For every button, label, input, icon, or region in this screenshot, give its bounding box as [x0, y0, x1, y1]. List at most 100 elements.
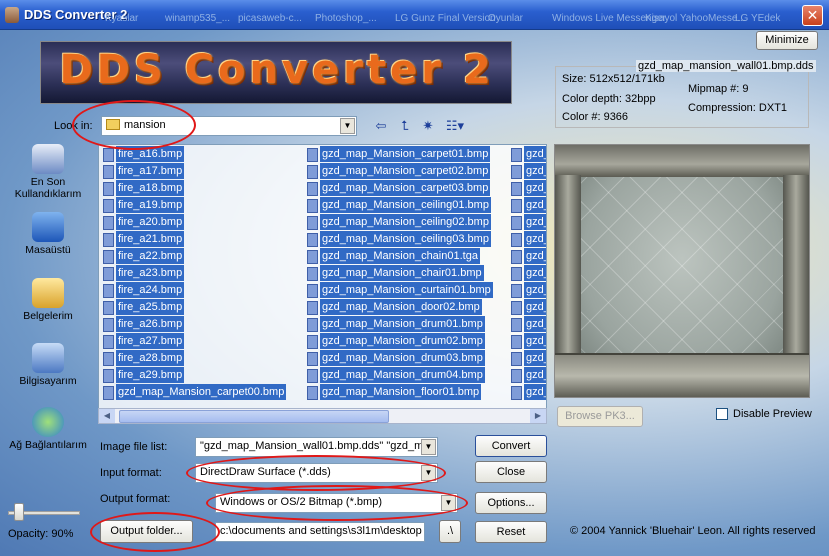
file-name: fire_a24.bmp — [116, 282, 185, 298]
opacity-slider-thumb[interactable] — [14, 503, 25, 521]
file-name: fire_a22.bmp — [116, 248, 185, 264]
chevron-down-icon[interactable]: ▼ — [421, 439, 436, 455]
file-name: gzd_map_Mansion_curtain01.bmp — [320, 282, 493, 298]
file-name: gzd_map_Mansion_door02.bmp — [320, 299, 482, 315]
scrollbar-thumb[interactable] — [119, 410, 389, 423]
file-item[interactable]: fire_a23.bmp — [101, 265, 185, 282]
convert-button[interactable]: Convert — [475, 435, 547, 457]
file-item[interactable]: gzd_map_Mansion_chair01.bmp — [305, 265, 484, 282]
place-label: Masaüstü — [25, 244, 71, 256]
file-item[interactable]: fire_a26.bmp — [101, 316, 185, 333]
file-list[interactable]: fire_a16.bmp fire_a17.bmp fire_a18.bmp fire… — [98, 144, 547, 424]
new-folder-icon[interactable]: ✷ — [419, 118, 437, 134]
file-item[interactable]: gzd_map_Mansion_carpet03.bmp — [305, 180, 491, 197]
banner-logo: DDS Converter 2 — [40, 41, 512, 104]
up-folder-icon[interactable]: ⮤ — [396, 118, 414, 134]
file-item[interactable]: gzd_map_Mansion_carpet02.bmp — [305, 163, 491, 180]
place-network[interactable]: Ağ Bağlantılarım — [8, 407, 88, 451]
texture-preview — [554, 144, 810, 398]
browse-pk3-button[interactable]: Browse PK3... — [557, 406, 643, 427]
place-computer[interactable]: Bilgisayarım — [8, 343, 88, 387]
file-name: gzd_ — [524, 214, 546, 230]
desktop-label: LG YEdek — [735, 13, 781, 24]
file-item[interactable]: gzd_map_Mansion_carpet00.bmp — [101, 384, 287, 401]
file-item[interactable]: fire_a21.bmp — [101, 231, 185, 248]
file-name: gzd_map_Mansion_carpet03.bmp — [320, 180, 491, 196]
horizontal-scrollbar[interactable]: ◀ ▶ — [98, 408, 547, 424]
place-recent[interactable]: En Son Kullandıklarım — [8, 144, 88, 200]
file-item[interactable]: gzd_ — [509, 146, 546, 163]
file-item[interactable]: fire_a22.bmp — [101, 248, 185, 265]
file-item[interactable]: gzd_ — [509, 333, 546, 350]
file-item[interactable]: gzd_ — [509, 180, 546, 197]
file-item[interactable]: fire_a28.bmp — [101, 350, 185, 367]
file-item[interactable]: gzd_map_Mansion_carpet01.bmp — [305, 146, 491, 163]
file-item[interactable]: gzd_ — [509, 214, 546, 231]
place-desktop[interactable]: Masaüstü — [8, 212, 88, 256]
file-item[interactable]: gzd_ — [509, 248, 546, 265]
back-arrow-icon[interactable]: ⇦ — [372, 118, 390, 134]
desktop-label: winamp535_... — [165, 13, 231, 24]
file-item[interactable]: gzd_map_Mansion_ceiling03.bmp — [305, 231, 491, 248]
file-item[interactable]: fire_a29.bmp — [101, 367, 185, 384]
file-item[interactable]: gzd_map_Mansion_curtain01.bmp — [305, 282, 493, 299]
file-icon — [103, 198, 114, 213]
file-item[interactable]: fire_a18.bmp — [101, 180, 185, 197]
file-name: gzd_ — [524, 163, 546, 179]
view-menu-icon[interactable]: ☷▾ — [443, 118, 467, 134]
file-item[interactable]: fire_a25.bmp — [101, 299, 185, 316]
image-file-list-dropdown[interactable]: "gzd_map_Mansion_wall01.bmp.dds" "gzd_ma… — [195, 437, 438, 457]
disable-preview-checkbox[interactable] — [716, 408, 728, 420]
my-computer-icon — [32, 343, 64, 373]
file-item[interactable]: gzd_map_Mansion_drum04.bmp — [305, 367, 485, 384]
file-name: gzd_map_Mansion_drum03.bmp — [320, 350, 485, 366]
scroll-right-icon[interactable]: ▶ — [530, 409, 546, 423]
output-folder-field[interactable]: c:\documents and settings\s3l1m\desktop — [215, 522, 425, 542]
file-item[interactable]: gzd_map_Mansion_drum03.bmp — [305, 350, 485, 367]
output-folder-browse-button[interactable]: .\ — [439, 520, 461, 543]
file-item[interactable]: gzd_ — [509, 282, 546, 299]
file-item[interactable]: gzd_ — [509, 384, 546, 401]
desktop-label: Oyunlar — [488, 13, 524, 24]
file-item[interactable]: gzd_map_Mansion_floor01.bmp — [305, 384, 482, 401]
network-icon — [32, 407, 64, 437]
file-item[interactable]: gzd_ — [509, 163, 546, 180]
file-item[interactable]: gzd_ — [509, 299, 546, 316]
file-item[interactable]: gzd_map_Mansion_drum01.bmp — [305, 316, 485, 333]
file-item[interactable]: gzd_map_Mansion_drum02.bmp — [305, 333, 485, 350]
file-icon — [511, 215, 522, 230]
scroll-left-icon[interactable]: ◀ — [99, 409, 115, 423]
minimize-button[interactable]: Minimize — [756, 31, 818, 50]
file-item[interactable]: gzd_map_Mansion_ceiling02.bmp — [305, 214, 491, 231]
file-item[interactable]: fire_a19.bmp — [101, 197, 185, 214]
file-icon — [307, 317, 318, 332]
file-name: gzd_ — [524, 384, 546, 400]
file-item[interactable]: gzd_map_Mansion_chain01.tga — [305, 248, 480, 265]
file-item[interactable]: gzd_ — [509, 367, 546, 384]
image-file-list-value: "gzd_map_Mansion_wall01.bmp.dds" "gzd_ma — [200, 440, 430, 452]
file-item[interactable]: fire_a17.bmp — [101, 163, 185, 180]
file-item[interactable]: fire_a27.bmp — [101, 333, 185, 350]
reset-button[interactable]: Reset — [475, 521, 547, 543]
close-window-button[interactable]: ✕ — [802, 5, 823, 26]
place-documents[interactable]: Belgelerim — [8, 278, 88, 322]
info-color-depth: Color depth: 32bpp — [562, 93, 656, 105]
chevron-down-icon[interactable]: ▼ — [340, 118, 355, 134]
place-label: En Son Kullandıklarım — [14, 176, 82, 200]
close-button[interactable]: Close — [475, 461, 547, 483]
info-size: Size: 512x512/171kb — [562, 73, 665, 85]
file-item[interactable]: gzd_ — [509, 265, 546, 282]
file-item[interactable]: fire_a20.bmp — [101, 214, 185, 231]
file-icon — [103, 283, 114, 298]
file-icon — [307, 334, 318, 349]
file-item[interactable]: gzd_ — [509, 316, 546, 333]
file-item[interactable]: fire_a24.bmp — [101, 282, 185, 299]
file-item[interactable]: gzd_map_Mansion_door02.bmp — [305, 299, 482, 316]
file-item[interactable]: gzd_ — [509, 350, 546, 367]
file-item[interactable]: gzd_map_Mansion_ceiling01.bmp — [305, 197, 491, 214]
file-item[interactable]: gzd_ — [509, 231, 546, 248]
input-format-label: Input format: — [100, 467, 162, 479]
options-button[interactable]: Options... — [475, 492, 547, 514]
file-item[interactable]: gzd_ — [509, 197, 546, 214]
file-icon — [103, 351, 114, 366]
